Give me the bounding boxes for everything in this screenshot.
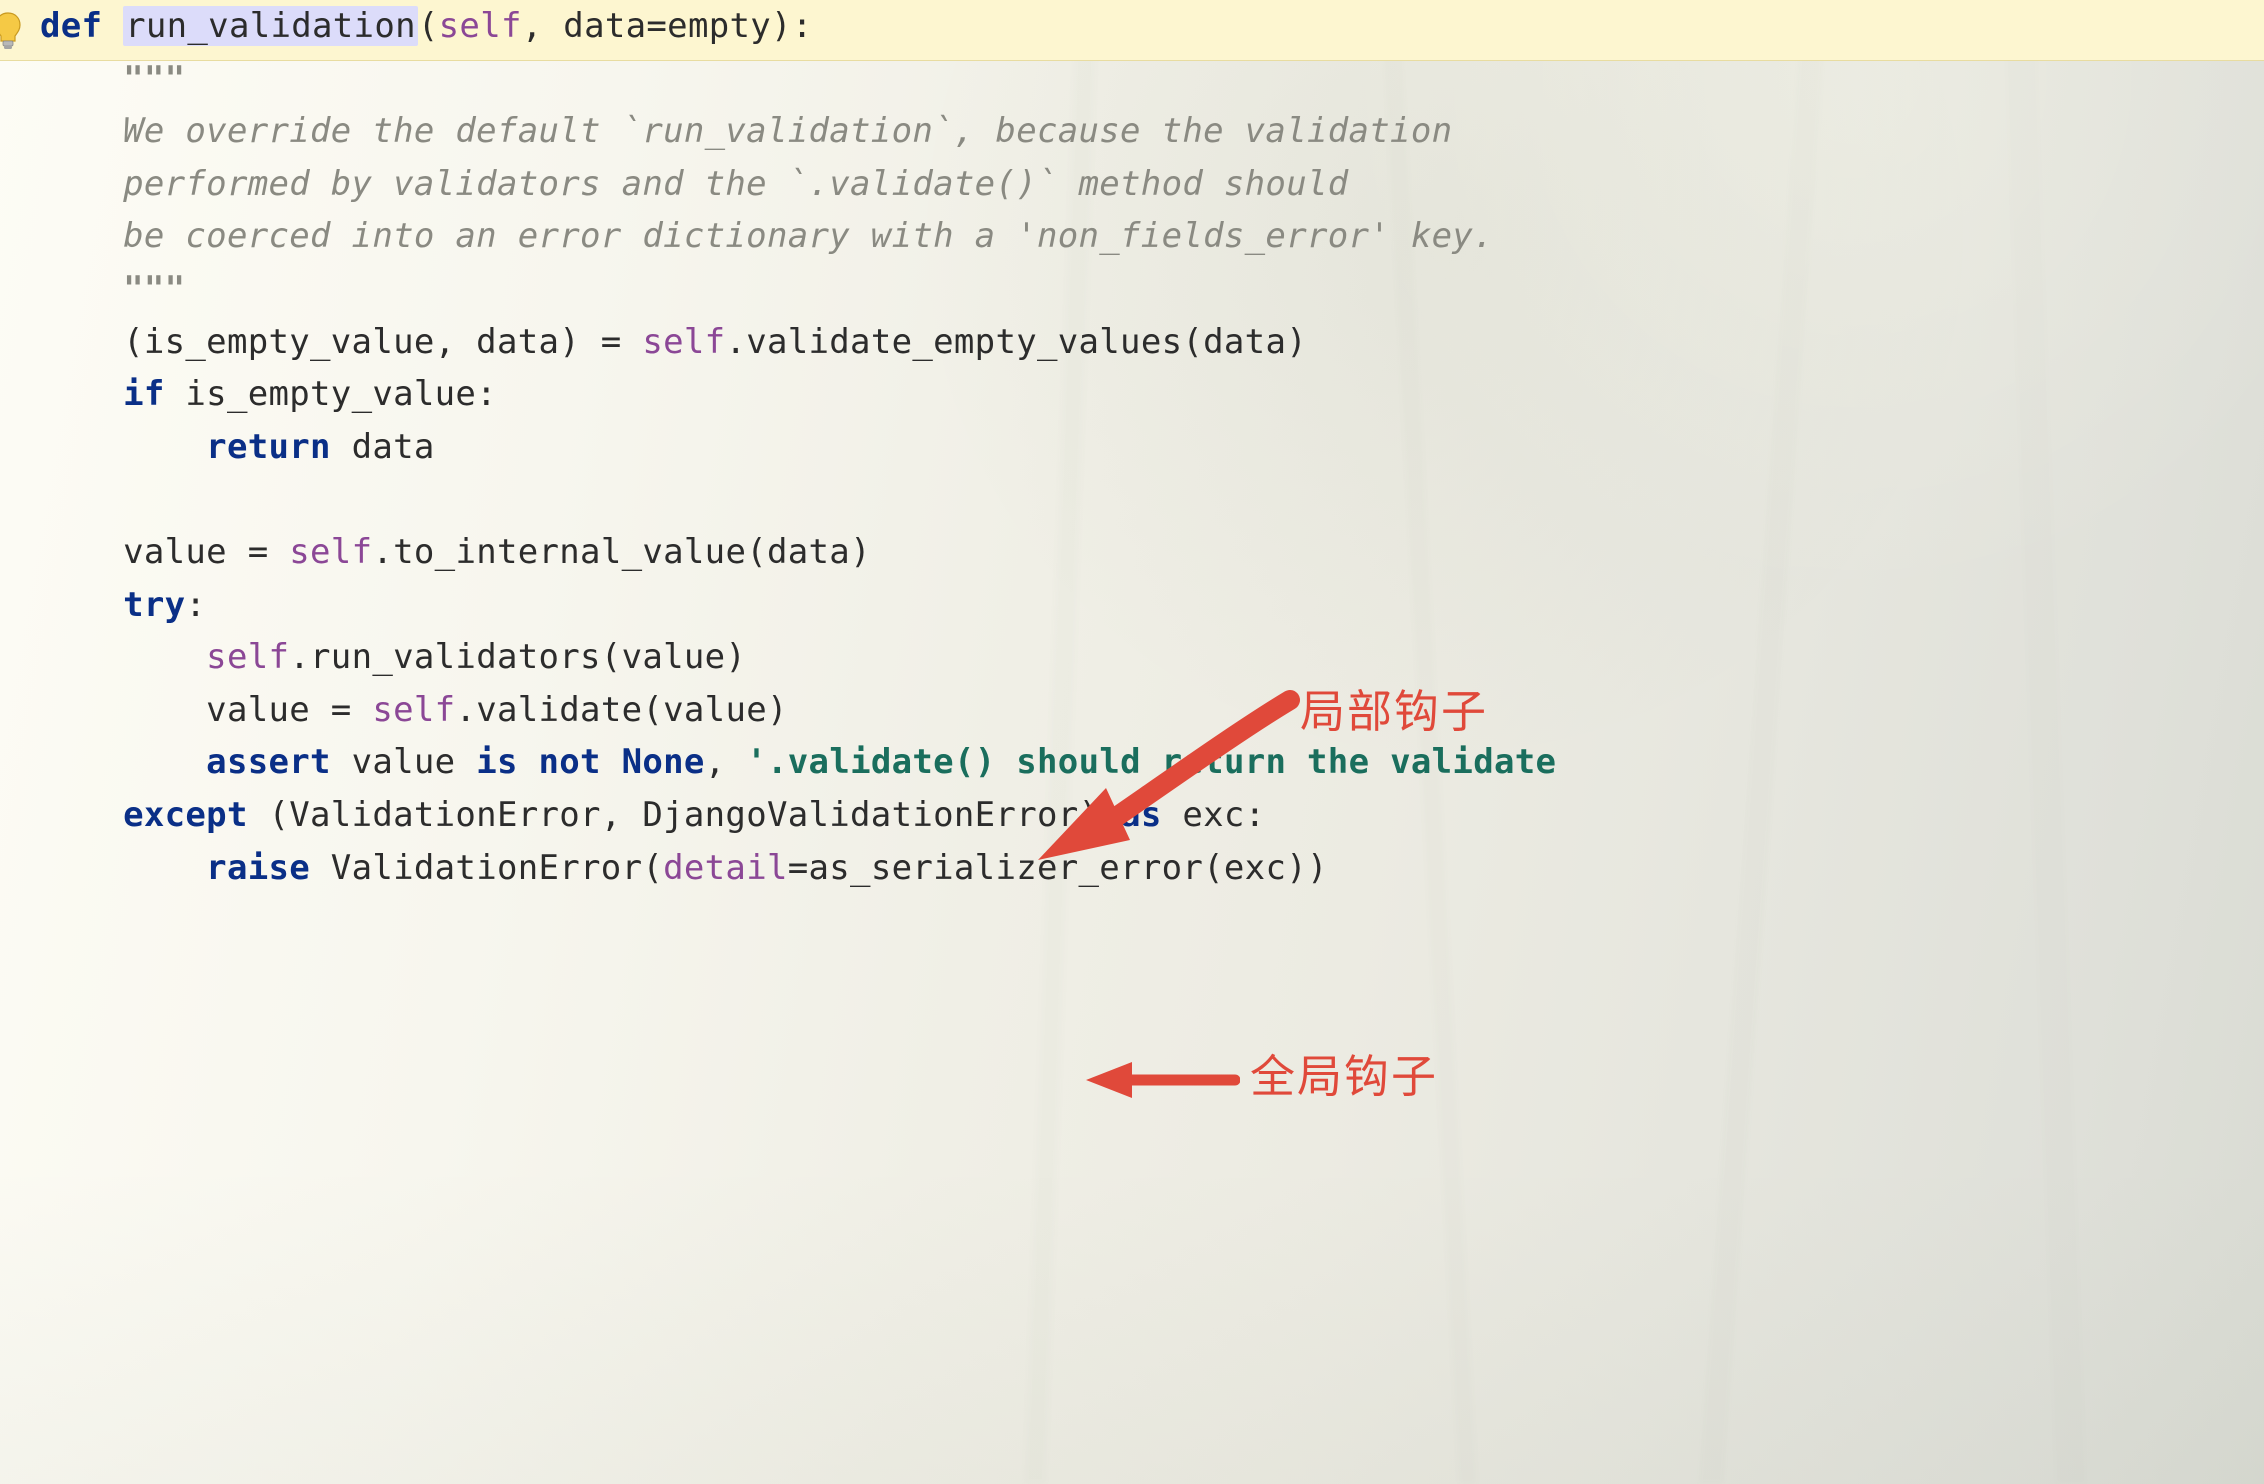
keyword-return: return bbox=[206, 427, 331, 467]
bg-decoration bbox=[0, 1164, 2264, 1484]
keyword-raise: raise bbox=[206, 848, 310, 888]
docstring-line: We override the default `run_validation`… bbox=[123, 111, 1452, 151]
function-name-highlight: run_validation bbox=[123, 6, 418, 46]
keyword-try: try bbox=[123, 585, 185, 625]
code-block[interactable]: def run_validation(self, data=empty): ""… bbox=[40, 0, 1556, 894]
annotation-global-hook: 全局钩子 bbox=[1250, 1040, 1438, 1105]
arrow-icon bbox=[1020, 690, 1300, 870]
code-editor: def run_validation(self, data=empty): ""… bbox=[0, 0, 2264, 1484]
docstring-close: """ bbox=[123, 269, 185, 309]
lightbulb-icon[interactable] bbox=[0, 10, 24, 52]
docstring-line: be coerced into an error dictionary with… bbox=[123, 216, 1494, 256]
docstring-open: """ bbox=[123, 59, 185, 99]
docstring-line: performed by validators and the `.valida… bbox=[123, 164, 1348, 204]
keyword-if: if bbox=[123, 374, 165, 414]
arrow-icon bbox=[1080, 1060, 1240, 1100]
keyword-assert: assert bbox=[206, 742, 331, 782]
keyword-self: self bbox=[439, 6, 522, 46]
keyword-except: except bbox=[123, 795, 248, 835]
keyword-def: def bbox=[40, 6, 102, 46]
annotation-local-hook: 局部钩子 bbox=[1300, 675, 1488, 740]
